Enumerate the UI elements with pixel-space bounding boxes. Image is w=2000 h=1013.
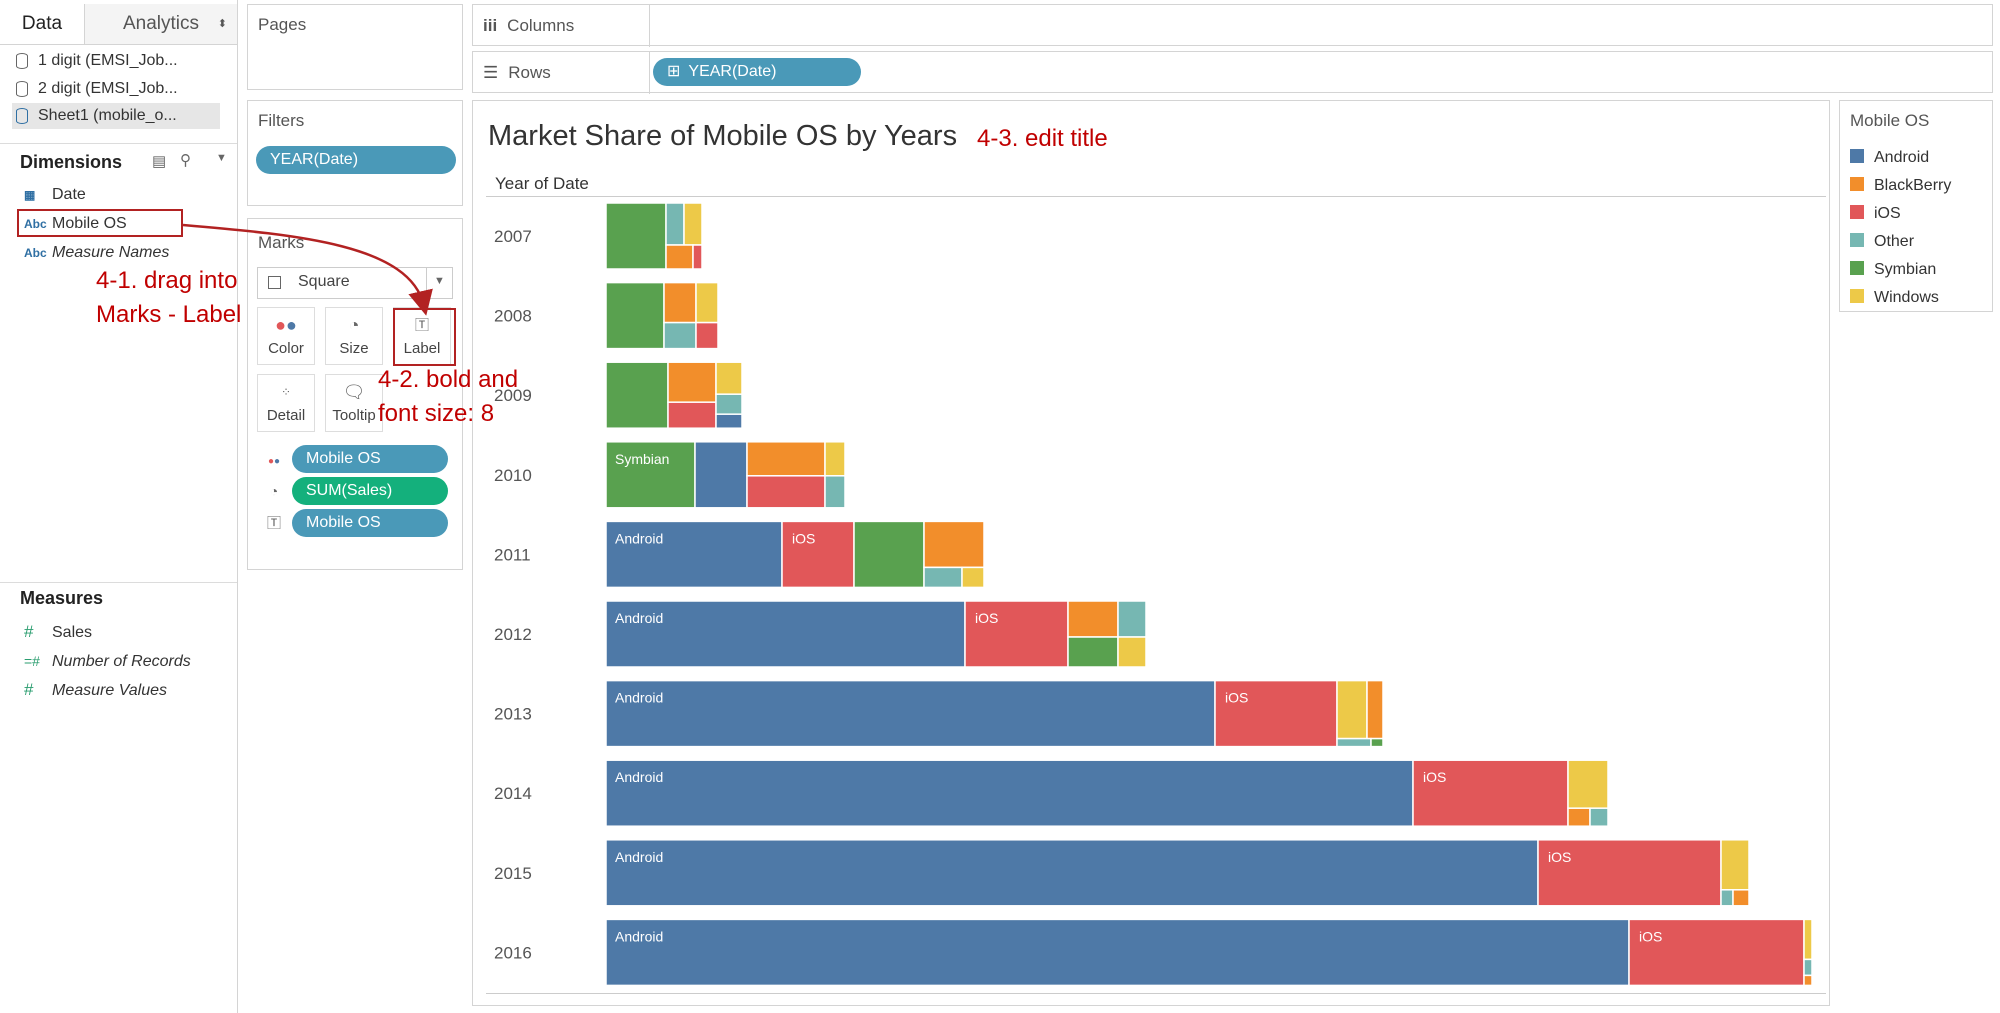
annotation-4-3: 4-3. edit title <box>977 125 1108 152</box>
annotation-4-1-line2: Marks - Label <box>96 301 242 328</box>
annotation-4-2-line1: 4-2. bold and <box>378 366 519 393</box>
annotation-4-1-line1: 4-1. drag into <box>96 267 238 294</box>
annotation-4-2-line2: font size: 8 <box>378 400 495 427</box>
